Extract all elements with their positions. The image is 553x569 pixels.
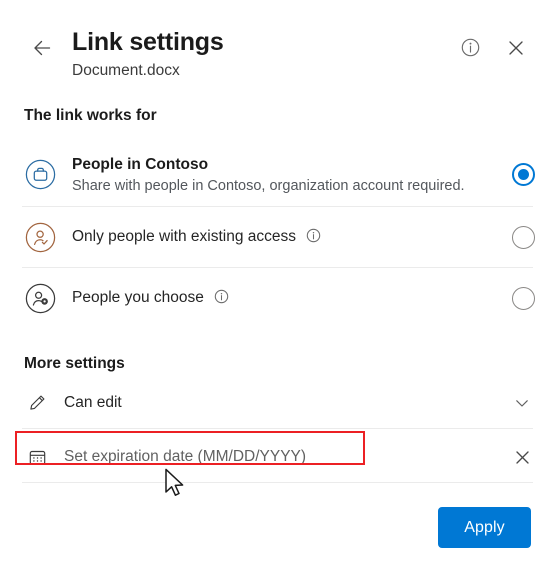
info-button[interactable]: [455, 34, 485, 64]
info-circle-icon[interactable]: [214, 289, 229, 309]
clear-expiration-icon[interactable]: [509, 444, 535, 470]
option-text: People you choose: [56, 287, 502, 309]
page-title: Link settings: [72, 28, 224, 56]
option-row-existing-access[interactable]: Only people with existing access: [0, 207, 553, 267]
more-settings-list: Can edit Set expiration date (MM/DD/YYYY…: [0, 385, 553, 483]
works-for-heading: The link works for: [24, 107, 157, 124]
option-row-people-in-contoso[interactable]: People in Contoso Share with people in C…: [0, 143, 553, 206]
link-audience-options: People in Contoso Share with people in C…: [0, 143, 553, 328]
pencil-icon: [26, 392, 48, 414]
briefcase-circle-icon: [24, 159, 56, 191]
close-icon: [506, 38, 526, 61]
calendar-icon: [26, 446, 48, 468]
title-block: Link settings Document.docx: [72, 26, 224, 82]
chevron-down-icon[interactable]: [509, 390, 535, 416]
option-label: People in Contoso: [72, 155, 209, 173]
radio-existing-access[interactable]: [512, 225, 535, 249]
settings-divider: [22, 482, 533, 483]
option-row-people-you-choose[interactable]: People you choose: [0, 268, 553, 328]
info-circle-icon: [460, 37, 481, 61]
header-actions: [455, 34, 531, 64]
info-circle-icon[interactable]: [306, 228, 321, 248]
permission-label: Can edit: [64, 394, 122, 411]
permission-row[interactable]: Can edit: [0, 385, 553, 421]
expiration-date-input[interactable]: Set expiration date (MM/DD/YYYY): [48, 447, 509, 467]
option-label-line: People in Contoso: [72, 154, 502, 175]
expiration-date-row[interactable]: Set expiration date (MM/DD/YYYY): [0, 439, 553, 475]
option-label: People you choose: [72, 289, 204, 306]
radio-people-in-contoso[interactable]: [512, 163, 535, 186]
option-text: People in Contoso Share with people in C…: [56, 154, 502, 196]
person-check-circle-icon: [24, 221, 56, 253]
arrow-left-icon: [30, 36, 54, 65]
panel-footer: Apply: [0, 497, 553, 569]
panel-header: Link settings Document.docx: [0, 0, 553, 92]
close-button[interactable]: [501, 34, 531, 64]
option-text: Only people with existing access: [56, 226, 502, 248]
person-settings-circle-icon: [24, 282, 56, 314]
link-settings-panel: Link settings Document.docx The link wor…: [0, 0, 553, 569]
more-settings-heading: More settings: [24, 355, 125, 372]
option-description: Share with people in Contoso, organizati…: [72, 177, 465, 194]
option-label: Only people with existing access: [72, 228, 297, 245]
back-button[interactable]: [28, 36, 56, 64]
apply-button[interactable]: Apply: [438, 507, 531, 548]
radio-people-you-choose[interactable]: [512, 286, 535, 310]
document-name: Document.docx: [72, 62, 180, 79]
